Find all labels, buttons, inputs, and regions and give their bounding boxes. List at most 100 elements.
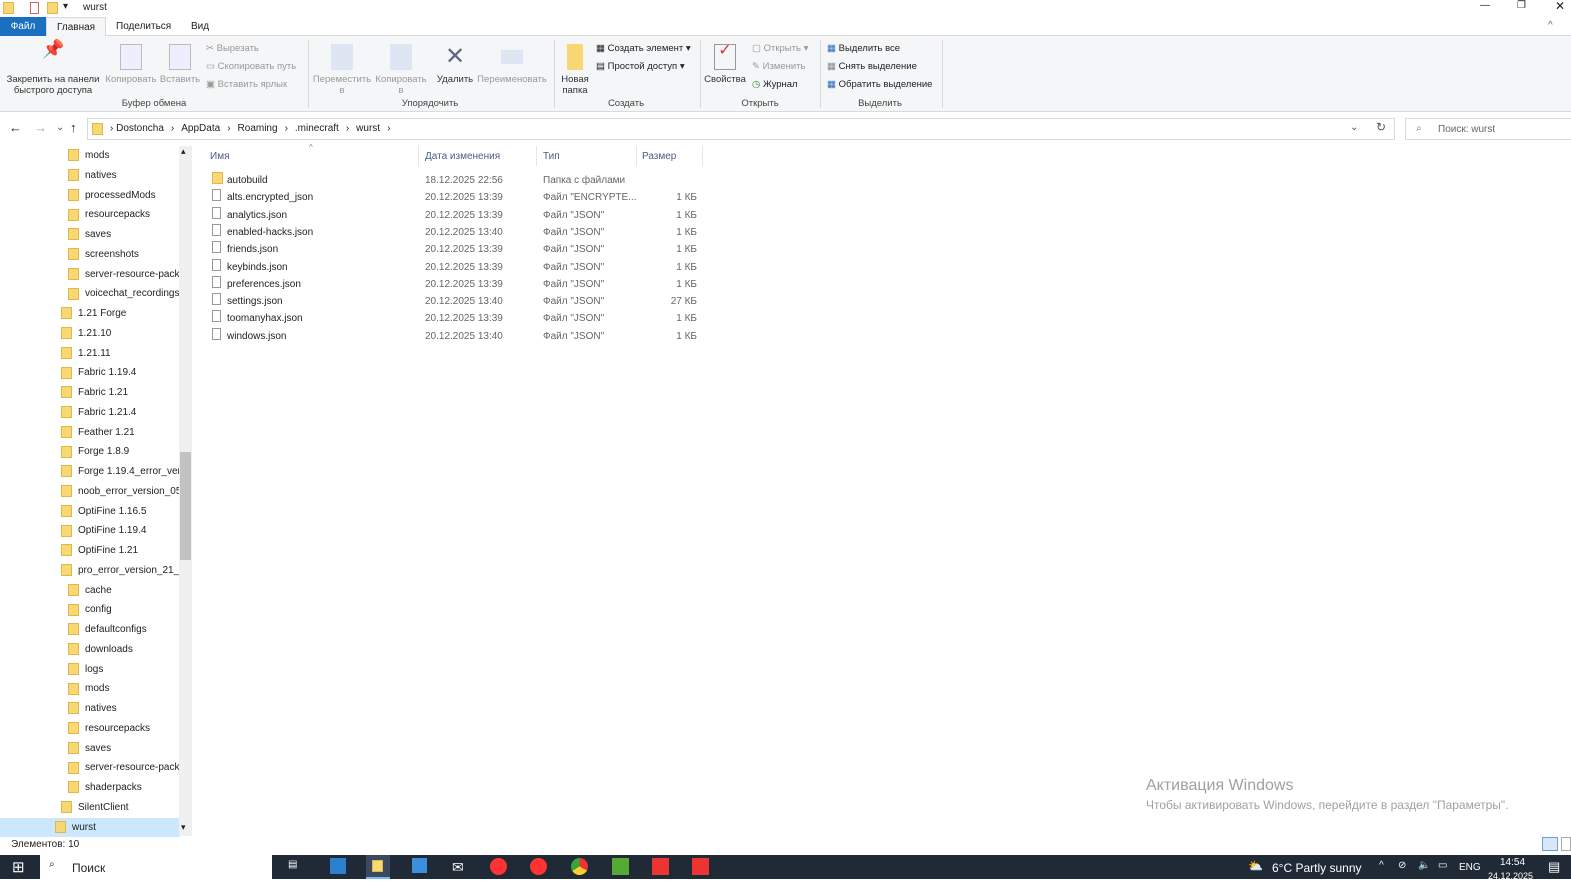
paste-shortcut-button[interactable]: ▣ Вставить ярлык bbox=[206, 79, 287, 90]
sidebar-item[interactable]: cache bbox=[0, 581, 180, 600]
copy-to-button[interactable]: Копировать в bbox=[372, 44, 430, 96]
invert-selection-button[interactable]: ▦ Обратить выделение bbox=[827, 79, 932, 90]
delete-button[interactable]: ✕ Удалить bbox=[434, 44, 476, 86]
details-view-button[interactable] bbox=[1542, 837, 1558, 851]
scroll-up-icon[interactable]: ▴ bbox=[181, 146, 186, 157]
sidebar-scrollbar[interactable]: ▴ ▾ bbox=[179, 146, 192, 836]
yandex-icon[interactable] bbox=[490, 858, 507, 875]
anydesk-icon[interactable] bbox=[652, 858, 669, 875]
sidebar-item[interactable]: voicechat_recordings bbox=[0, 284, 180, 303]
easy-access-button[interactable]: ▤ Простой доступ ▾ bbox=[596, 61, 685, 72]
move-to-button[interactable]: Переместить в bbox=[312, 44, 372, 96]
display-icon[interactable]: ▭ bbox=[1438, 860, 1447, 871]
breadcrumb-separator[interactable]: › bbox=[387, 123, 390, 134]
sidebar-item[interactable]: saves bbox=[0, 225, 180, 244]
column-header-size[interactable]: Размер bbox=[642, 151, 676, 162]
sidebar-item[interactable]: 1.21 Forge bbox=[0, 304, 180, 323]
sidebar-item[interactable]: mods bbox=[0, 146, 180, 165]
column-header-date[interactable]: Дата изменения bbox=[425, 151, 500, 162]
breadcrumb-separator[interactable]: › bbox=[171, 123, 174, 134]
show-hidden-icons[interactable]: ^ bbox=[1379, 860, 1384, 871]
sidebar-item[interactable]: pro_error_version_21_11 bbox=[0, 561, 180, 580]
file-row[interactable]: alts.encrypted_json 20.12.2025 13:39 Фай… bbox=[205, 189, 705, 206]
file-row[interactable]: settings.json 20.12.2025 13:40 Файл "JSO… bbox=[205, 293, 705, 310]
taskbar-search[interactable]: ⌕ Поиск bbox=[40, 855, 272, 879]
file-row[interactable]: enabled-hacks.json 20.12.2025 13:40 Файл… bbox=[205, 223, 705, 241]
tab-share[interactable]: Поделиться bbox=[106, 17, 181, 36]
cut-button[interactable]: ✂ Вырезать bbox=[206, 43, 259, 54]
refresh-button[interactable]: ↻ bbox=[1376, 120, 1386, 134]
sidebar-item[interactable]: noob_error_version_05_ bbox=[0, 482, 180, 501]
sidebar-item[interactable]: resourcepacks bbox=[0, 205, 180, 224]
sidebar-item[interactable]: Forge 1.8.9 bbox=[0, 442, 180, 461]
file-explorer-taskbar-icon[interactable] bbox=[366, 855, 390, 879]
store-icon[interactable] bbox=[412, 858, 427, 873]
breadcrumb-separator[interactable]: › bbox=[227, 123, 230, 134]
pin-quick-access-button[interactable]: 📌 Закрепить на панели быстрого доступа bbox=[4, 40, 102, 96]
sidebar-item[interactable]: screenshots bbox=[0, 245, 180, 264]
up-button[interactable]: ↑ bbox=[70, 120, 77, 135]
file-row[interactable]: keybinds.json 20.12.2025 13:39 Файл "JSO… bbox=[205, 258, 705, 276]
edit-button[interactable]: ✎ Изменить bbox=[752, 61, 805, 72]
clock-date[interactable]: 24.12.2025 bbox=[1488, 871, 1533, 881]
search-box[interactable]: ⌕ Поиск: wurst bbox=[1405, 118, 1571, 140]
sidebar-item[interactable]: downloads bbox=[0, 640, 180, 659]
sidebar-item[interactable]: natives bbox=[0, 699, 180, 718]
taskbar-app-icon[interactable] bbox=[330, 858, 346, 874]
language-indicator[interactable]: ENG bbox=[1459, 862, 1481, 873]
weather-text[interactable]: 6°C Partly sunny bbox=[1272, 861, 1362, 875]
back-button[interactable]: ← bbox=[9, 120, 22, 135]
collapse-ribbon-icon[interactable]: ^ bbox=[1548, 20, 1553, 31]
rename-button[interactable]: Переименовать bbox=[476, 44, 548, 85]
sidebar-item[interactable]: natives bbox=[0, 166, 180, 185]
properties-button[interactable]: ✓ Свойства bbox=[703, 43, 747, 86]
breadcrumb-item[interactable]: Roaming bbox=[238, 123, 278, 134]
tab-home[interactable]: Главная bbox=[46, 17, 107, 36]
sidebar-item[interactable]: Feather 1.21 bbox=[0, 423, 180, 442]
column-header-name[interactable]: Имя bbox=[210, 151, 229, 162]
sidebar-item[interactable]: OptiFine 1.16.5 bbox=[0, 502, 180, 521]
taskbar-search-input[interactable]: Поиск bbox=[72, 861, 105, 875]
scrollbar-thumb[interactable] bbox=[180, 452, 191, 560]
sidebar-item[interactable]: OptiFine 1.21 bbox=[0, 541, 180, 560]
address-bar[interactable]: › Dostoncha › AppData › Roaming › .minecraft › w… bbox=[87, 118, 1395, 140]
notifications-icon[interactable]: ▤ bbox=[1548, 859, 1560, 875]
sidebar-item[interactable]: SilentClient bbox=[0, 798, 180, 817]
sidebar-item[interactable]: defaultconfigs bbox=[0, 620, 180, 639]
column-header-type[interactable]: Тип bbox=[543, 151, 560, 162]
breadcrumb-separator[interactable]: › bbox=[285, 123, 288, 134]
sidebar-item[interactable]: mods bbox=[0, 679, 180, 698]
tab-view[interactable]: Вид bbox=[181, 17, 219, 36]
forward-button[interactable]: → bbox=[34, 120, 47, 135]
network-icon[interactable]: ⊘ bbox=[1398, 860, 1406, 871]
sidebar-item[interactable]: OptiFine 1.19.4 bbox=[0, 521, 180, 540]
breadcrumb-item[interactable]: .minecraft bbox=[295, 123, 339, 134]
paste-button[interactable]: Вставить bbox=[158, 44, 202, 85]
clock-time[interactable]: 14:54 bbox=[1500, 857, 1525, 868]
address-dropdown-icon[interactable]: ⌄ bbox=[1350, 122, 1358, 133]
task-view-icon[interactable]: ▤ bbox=[288, 859, 297, 870]
chrome-icon[interactable] bbox=[571, 858, 588, 875]
breadcrumb-separator[interactable]: › bbox=[346, 123, 349, 134]
sidebar-item[interactable]: Fabric 1.21 bbox=[0, 383, 180, 402]
scroll-down-icon[interactable]: ▾ bbox=[181, 822, 186, 833]
minecraft-icon[interactable] bbox=[612, 858, 629, 875]
yandex-browser-icon[interactable] bbox=[530, 858, 547, 875]
breadcrumb-item[interactable]: AppData bbox=[181, 123, 220, 134]
sidebar-item[interactable]: server-resource-packs bbox=[0, 758, 180, 777]
start-button[interactable]: ⊞ bbox=[12, 858, 25, 876]
new-folder-button[interactable]: Новая папка bbox=[558, 44, 592, 96]
anydesk-icon-2[interactable] bbox=[692, 858, 709, 875]
sidebar-item[interactable]: saves bbox=[0, 739, 180, 758]
new-item-button[interactable]: ▦ Создать элемент ▾ bbox=[596, 43, 691, 54]
restore-button[interactable]: ❐ bbox=[1517, 0, 1526, 11]
minimize-button[interactable]: — bbox=[1480, 0, 1490, 11]
new-folder-icon[interactable] bbox=[47, 2, 58, 14]
sidebar-item[interactable]: server-resource-packs bbox=[0, 265, 180, 284]
close-button[interactable]: ✕ bbox=[1555, 0, 1565, 13]
sidebar-item[interactable]: Fabric 1.19.4 bbox=[0, 363, 180, 382]
weather-icon[interactable]: ⛅ bbox=[1248, 859, 1263, 873]
sidebar-item[interactable]: 1.21.11 bbox=[0, 344, 180, 363]
search-input[interactable]: Поиск: wurst bbox=[1438, 124, 1495, 135]
volume-icon[interactable]: 🔈 bbox=[1418, 860, 1430, 871]
